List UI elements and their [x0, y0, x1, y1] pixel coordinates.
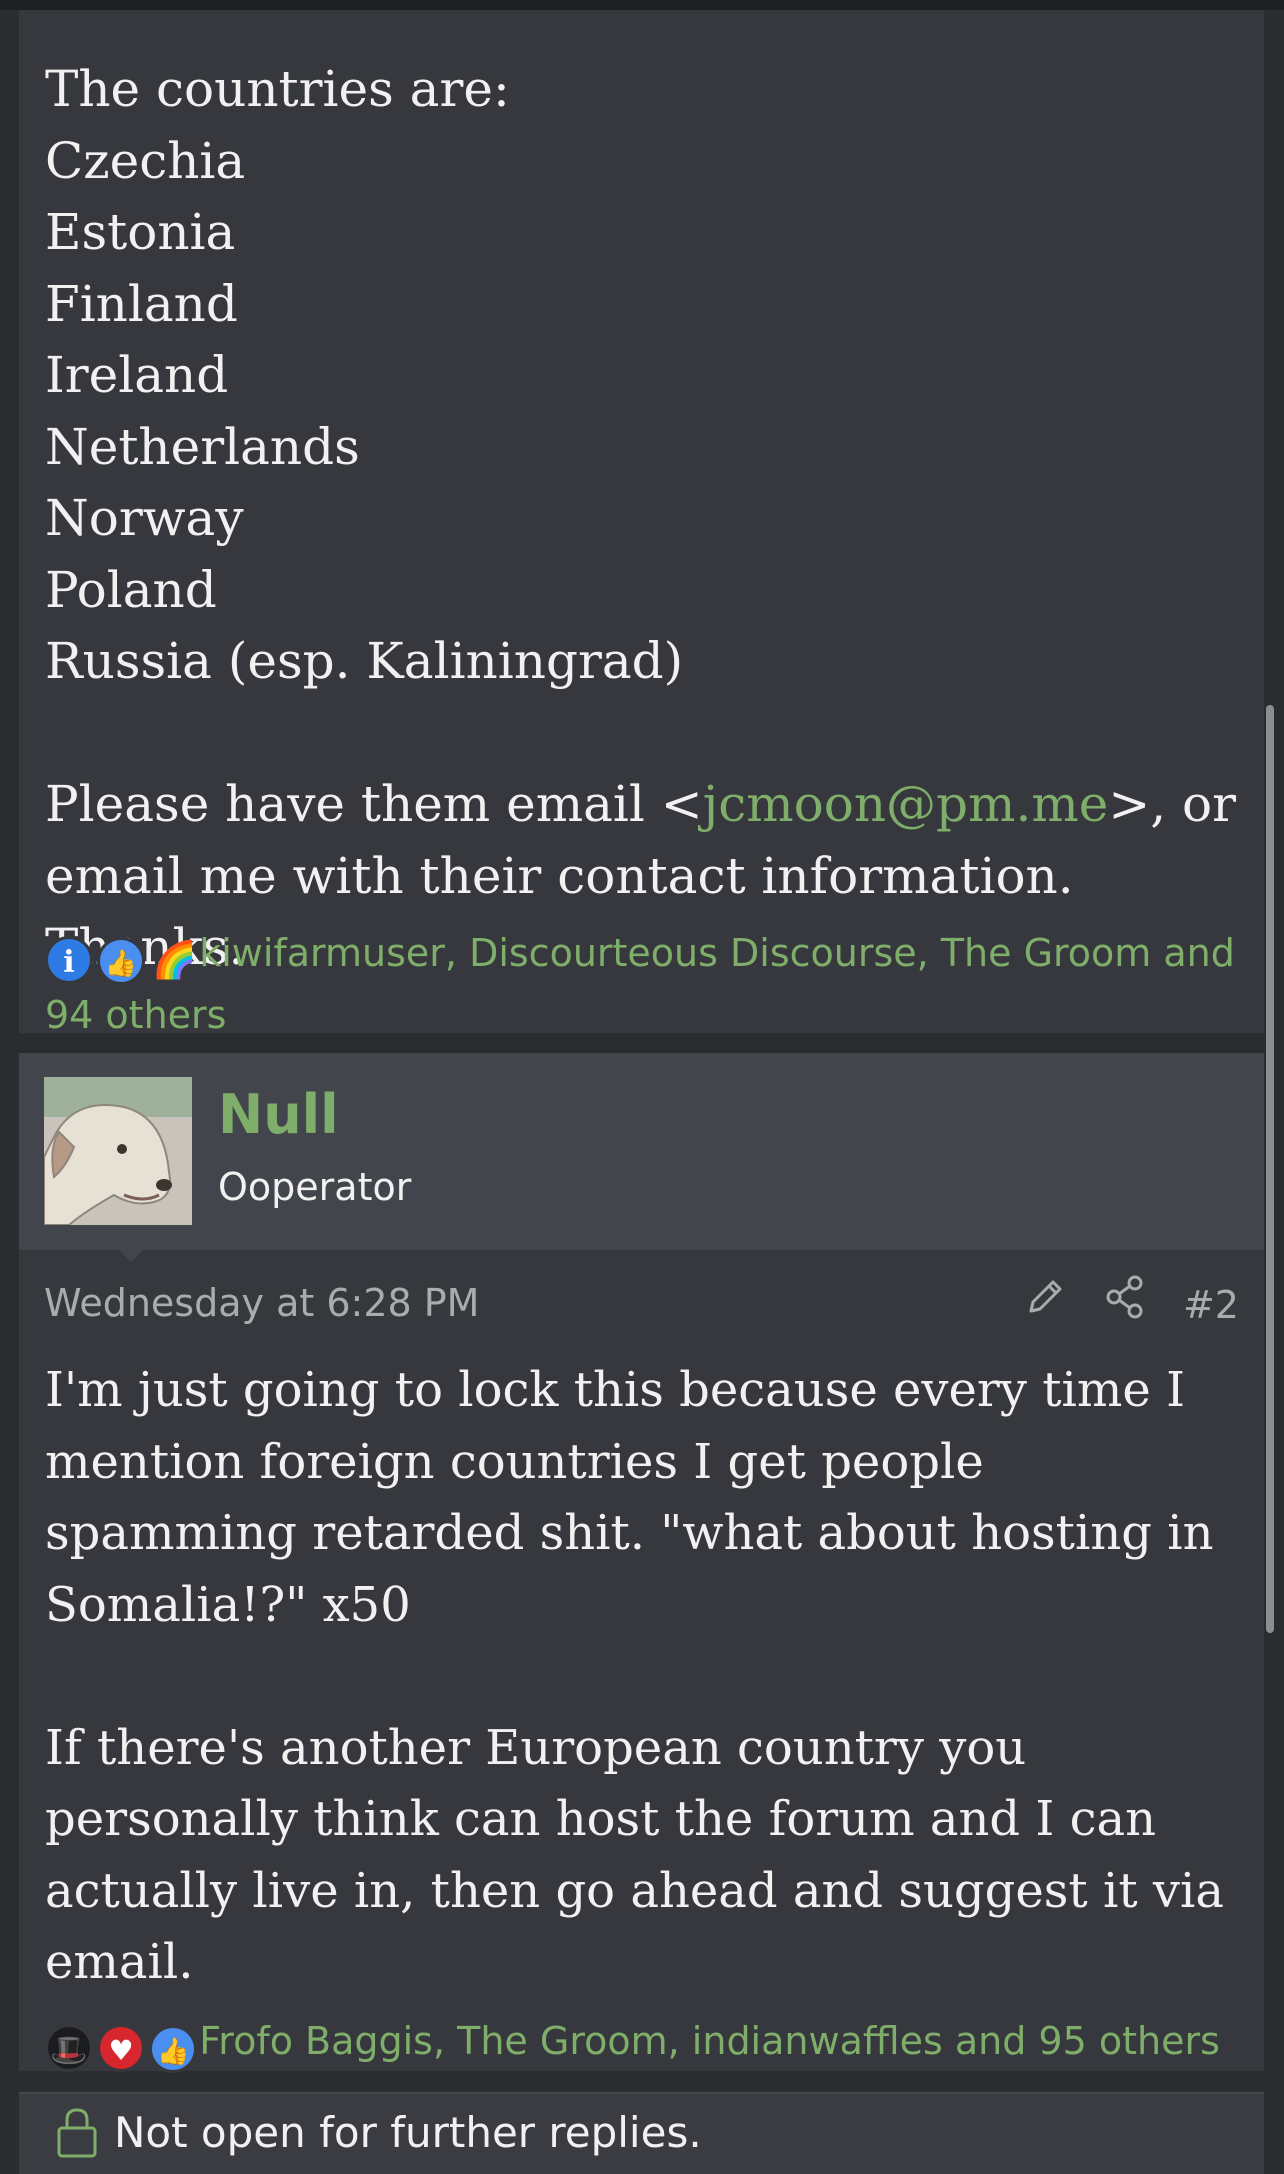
reaction-icons: 🎩 ♥ 👍	[45, 2019, 198, 2075]
post-1-body: The countries are: Czechia Estonia Finla…	[45, 54, 1264, 984]
heart-icon: ♥	[97, 2024, 146, 2072]
post-actions: #2	[1023, 1275, 1239, 1334]
country-item: Estonia	[45, 203, 236, 261]
share-icon[interactable]	[1105, 1275, 1145, 1334]
reaction-icons: i 👍 🌈	[45, 931, 197, 987]
reaction-list[interactable]: kiwifarmuser, Discourteous Discourse, Th…	[45, 931, 1235, 1037]
post-2-paragraph-2: If there's another European country you …	[45, 1719, 1224, 1991]
post-1-reactions[interactable]: i 👍 🌈 kiwifarmuser, Discourteous Discour…	[45, 925, 1235, 1043]
post-2-paragraph-1: I'm just going to lock this because ever…	[45, 1362, 1214, 1633]
post-1: The countries are: Czechia Estonia Finla…	[19, 10, 1264, 1037]
post-2-reactions[interactable]: 🎩 ♥ 👍 Frofo Baggis, The Groom, indianwaf…	[45, 2013, 1235, 2075]
post-meta: Wednesday at 6:28 PM #2	[44, 1275, 1239, 1331]
reaction-list[interactable]: Frofo Baggis, The Groom, indianwaffles a…	[199, 2019, 1220, 2063]
like-icon: 👍	[149, 2025, 198, 2073]
top-hat-icon: 🎩	[45, 2024, 93, 2072]
post-2-body: I'm just going to lock this because ever…	[45, 1355, 1245, 1999]
country-item: Poland	[45, 560, 217, 619]
country-item: Czechia	[45, 131, 246, 190]
locked-text: Not open for further replies.	[114, 2108, 702, 2157]
avatar[interactable]	[44, 1077, 192, 1225]
top-edge	[0, 0, 1284, 10]
email-paragraph: Please have them email <jcmoon@pm.me>, o…	[45, 769, 1264, 841]
email-suffix: >, or	[1108, 775, 1237, 833]
country-item: Ireland	[45, 346, 229, 404]
user-title: Ooperator	[218, 1165, 412, 1209]
lock-icon	[55, 2106, 99, 2164]
scrollbar[interactable]	[1266, 705, 1274, 1633]
country-item: Russia (esp. Kaliningrad)	[45, 632, 684, 690]
edit-icon[interactable]	[1023, 1275, 1067, 1334]
country-item: Finland	[45, 274, 238, 333]
country-item: Netherlands	[45, 417, 360, 476]
email-link[interactable]: jcmoon@pm.me	[703, 775, 1109, 833]
user-header: Null Ooperator	[19, 1053, 1264, 1250]
post-2: Null Ooperator Wednesday at 6:28 PM #2 I…	[19, 1053, 1264, 2073]
like-icon: 👍	[97, 937, 146, 985]
country-item: Norway	[45, 489, 244, 547]
post-separator	[19, 1033, 1264, 1053]
thread-locked-notice: Not open for further replies.	[19, 2092, 1264, 2174]
header-caret	[119, 1250, 143, 1262]
post-number-link[interactable]: #2	[1183, 1277, 1239, 1333]
rainbow-icon: 🌈	[152, 940, 198, 981]
informative-icon: i	[45, 936, 93, 984]
post-1-intro: The countries are:	[45, 60, 510, 118]
username[interactable]: Null	[218, 1083, 339, 1146]
email-prefix: Please have them email <	[45, 775, 703, 833]
post-timestamp[interactable]: Wednesday at 6:28 PM	[44, 1281, 479, 1325]
